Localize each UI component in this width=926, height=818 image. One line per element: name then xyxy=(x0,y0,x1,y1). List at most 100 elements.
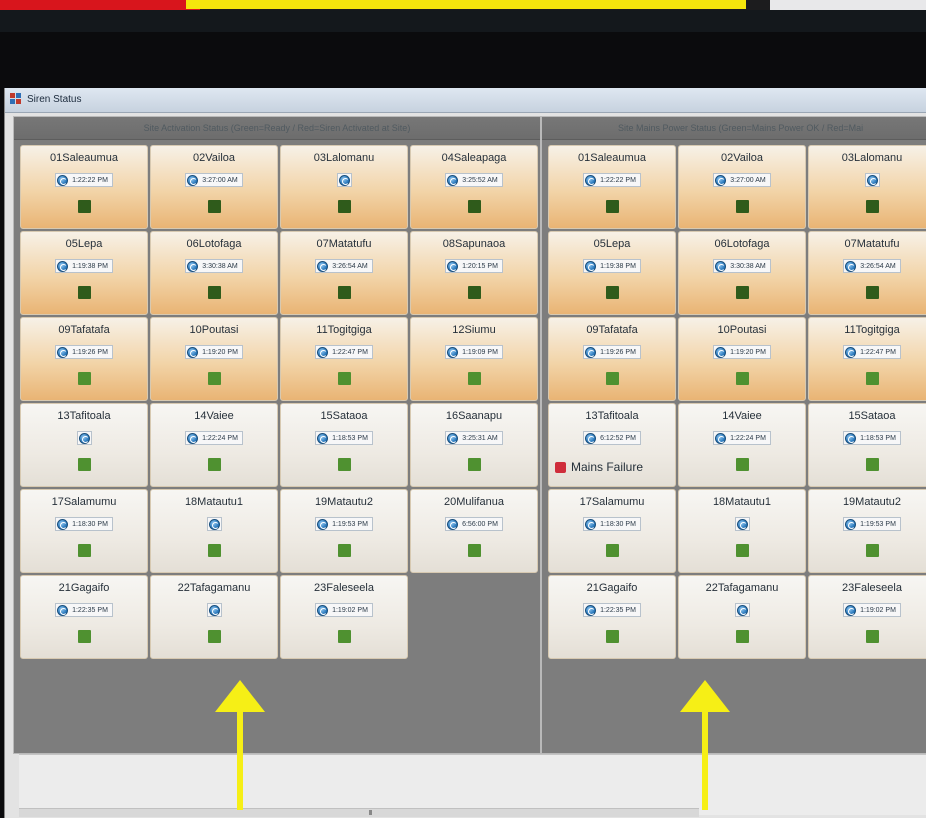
refresh-button[interactable]: 1:22:47 PM xyxy=(315,345,373,359)
refresh-button[interactable]: 1:20:15 PM xyxy=(445,259,503,273)
site-tile[interactable]: 12Siumu 1:19:09 PM xyxy=(410,317,538,401)
site-tile[interactable]: 08Sapunaoa 1:20:15 PM xyxy=(410,231,538,315)
site-tile[interactable]: 03Lalomanu xyxy=(808,145,926,229)
site-name: 13Tafitoala xyxy=(585,410,639,422)
status-indicator xyxy=(208,286,221,299)
refresh-button[interactable] xyxy=(206,517,222,531)
photo-top-strip xyxy=(0,0,926,10)
refresh-button[interactable]: 1:18:30 PM xyxy=(583,517,641,531)
site-tile[interactable]: 14Vaiee 1:22:24 PM xyxy=(150,403,278,487)
site-tile[interactable]: 10Poutasi 1:19:20 PM xyxy=(150,317,278,401)
site-tile[interactable]: 05Lepa 1:19:38 PM xyxy=(20,231,148,315)
refresh-button[interactable]: 1:19:02 PM xyxy=(315,603,373,617)
refresh-button[interactable] xyxy=(336,173,352,187)
site-tile[interactable]: 01Saleaumua 1:22:22 PM xyxy=(20,145,148,229)
refresh-button[interactable]: 1:22:22 PM xyxy=(583,173,641,187)
site-tile[interactable]: 13Tafitoala xyxy=(20,403,148,487)
site-tile[interactable]: 09Tafatafa 1:19:26 PM xyxy=(20,317,148,401)
last-update-time: 1:19:20 PM xyxy=(730,348,766,356)
site-tile[interactable]: 20Mulifanua 6:56:00 PM xyxy=(410,489,538,573)
site-tile[interactable]: 19Matautu2 1:19:53 PM xyxy=(808,489,926,573)
refresh-button[interactable] xyxy=(206,603,222,617)
last-update-time: 1:19:02 PM xyxy=(860,606,896,614)
refresh-button[interactable]: 1:19:09 PM xyxy=(445,345,503,359)
site-tile[interactable]: 14Vaiee 1:22:24 PM xyxy=(678,403,806,487)
refresh-button[interactable]: 3:30:38 AM xyxy=(713,259,771,273)
window-titlebar[interactable]: Siren Status xyxy=(5,88,926,113)
refresh-button[interactable]: 6:12:52 PM xyxy=(583,431,641,445)
site-tile[interactable]: 18Matautu1 xyxy=(678,489,806,573)
last-update-time: 1:19:02 PM xyxy=(332,606,368,614)
refresh-icon xyxy=(866,174,878,186)
refresh-button[interactable] xyxy=(76,431,92,445)
site-tile[interactable]: 13Tafitoala 6:12:52 PM Mains Failure xyxy=(548,403,676,487)
site-tile[interactable]: 17Salamumu 1:18:30 PM xyxy=(20,489,148,573)
refresh-button[interactable]: 3:27:00 AM xyxy=(185,173,243,187)
refresh-icon xyxy=(317,518,329,530)
refresh-button[interactable]: 1:22:47 PM xyxy=(843,345,901,359)
refresh-button[interactable]: 1:22:35 PM xyxy=(55,603,113,617)
site-tile[interactable]: 10Poutasi 1:19:20 PM xyxy=(678,317,806,401)
site-tile[interactable]: 22Tafagamanu xyxy=(678,575,806,659)
site-tile[interactable]: 19Matautu2 1:19:53 PM xyxy=(280,489,408,573)
refresh-button[interactable] xyxy=(864,173,880,187)
refresh-button[interactable]: 1:19:38 PM xyxy=(583,259,641,273)
horizontal-scrollbar[interactable] xyxy=(19,808,699,817)
site-tile[interactable]: 21Gagaifo 1:22:35 PM xyxy=(548,575,676,659)
site-tile[interactable]: 01Saleaumua 1:22:22 PM xyxy=(548,145,676,229)
site-tile[interactable]: 07Matatufu 3:26:54 AM xyxy=(808,231,926,315)
refresh-button[interactable]: 3:30:38 AM xyxy=(185,259,243,273)
refresh-button[interactable] xyxy=(734,517,750,531)
refresh-button[interactable]: 1:22:24 PM xyxy=(185,431,243,445)
refresh-button[interactable]: 1:22:22 PM xyxy=(55,173,113,187)
refresh-button[interactable]: 1:18:30 PM xyxy=(55,517,113,531)
refresh-button[interactable]: 1:19:20 PM xyxy=(713,345,771,359)
refresh-button[interactable]: 1:19:53 PM xyxy=(843,517,901,531)
site-tile[interactable]: 22Tafagamanu xyxy=(150,575,278,659)
refresh-button[interactable]: 6:56:00 PM xyxy=(445,517,503,531)
refresh-button[interactable]: 1:19:26 PM xyxy=(55,345,113,359)
site-tile[interactable]: 02Vailoa 3:27:00 AM xyxy=(150,145,278,229)
site-tile[interactable]: 04Saleapaga 3:25:52 AM xyxy=(410,145,538,229)
refresh-button[interactable]: 1:19:20 PM xyxy=(185,345,243,359)
site-tile[interactable]: 03Lalomanu xyxy=(280,145,408,229)
site-name: 22Tafagamanu xyxy=(705,582,779,594)
status-indicator xyxy=(736,544,749,557)
scrollbar-thumb[interactable] xyxy=(369,810,372,815)
site-name: 03Lalomanu xyxy=(313,152,375,164)
status-indicator xyxy=(468,458,481,471)
refresh-button[interactable]: 1:19:53 PM xyxy=(315,517,373,531)
site-tile[interactable]: 06Lotofaga 3:30:38 AM xyxy=(150,231,278,315)
refresh-button[interactable]: 3:27:00 AM xyxy=(713,173,771,187)
site-tile[interactable]: 23Faleseela 1:19:02 PM xyxy=(808,575,926,659)
site-tile[interactable]: 15Sataoa 1:18:53 PM xyxy=(808,403,926,487)
site-tile[interactable]: 11Togitgiga 1:22:47 PM xyxy=(280,317,408,401)
site-tile[interactable]: 05Lepa 1:19:38 PM xyxy=(548,231,676,315)
refresh-button[interactable] xyxy=(734,603,750,617)
refresh-button[interactable]: 3:26:54 AM xyxy=(843,259,901,273)
refresh-button[interactable]: 3:25:52 AM xyxy=(445,173,503,187)
site-name: 10Poutasi xyxy=(189,324,239,336)
refresh-button[interactable]: 3:26:54 AM xyxy=(315,259,373,273)
refresh-button[interactable]: 1:22:35 PM xyxy=(583,603,641,617)
status-indicator xyxy=(866,200,879,213)
site-tile[interactable]: 02Vailoa 3:27:00 AM xyxy=(678,145,806,229)
refresh-button[interactable]: 1:19:38 PM xyxy=(55,259,113,273)
status-indicator xyxy=(606,630,619,643)
site-tile[interactable]: 16Saanapu 3:25:31 AM xyxy=(410,403,538,487)
refresh-button[interactable]: 1:22:24 PM xyxy=(713,431,771,445)
site-tile[interactable]: 11Togitgiga 1:22:47 PM xyxy=(808,317,926,401)
site-tile[interactable]: 15Sataoa 1:18:53 PM xyxy=(280,403,408,487)
site-tile[interactable]: 07Matatufu 3:26:54 AM xyxy=(280,231,408,315)
site-tile[interactable]: 18Matautu1 xyxy=(150,489,278,573)
refresh-button[interactable]: 1:19:26 PM xyxy=(583,345,641,359)
site-tile[interactable]: 23Faleseela 1:19:02 PM xyxy=(280,575,408,659)
refresh-button[interactable]: 1:18:53 PM xyxy=(315,431,373,445)
site-tile[interactable]: 06Lotofaga 3:30:38 AM xyxy=(678,231,806,315)
refresh-button[interactable]: 3:25:31 AM xyxy=(445,431,503,445)
site-tile[interactable]: 09Tafatafa 1:19:26 PM xyxy=(548,317,676,401)
site-tile[interactable]: 17Salamumu 1:18:30 PM xyxy=(548,489,676,573)
refresh-button[interactable]: 1:18:53 PM xyxy=(843,431,901,445)
site-tile[interactable]: 21Gagaifo 1:22:35 PM xyxy=(20,575,148,659)
refresh-button[interactable]: 1:19:02 PM xyxy=(843,603,901,617)
